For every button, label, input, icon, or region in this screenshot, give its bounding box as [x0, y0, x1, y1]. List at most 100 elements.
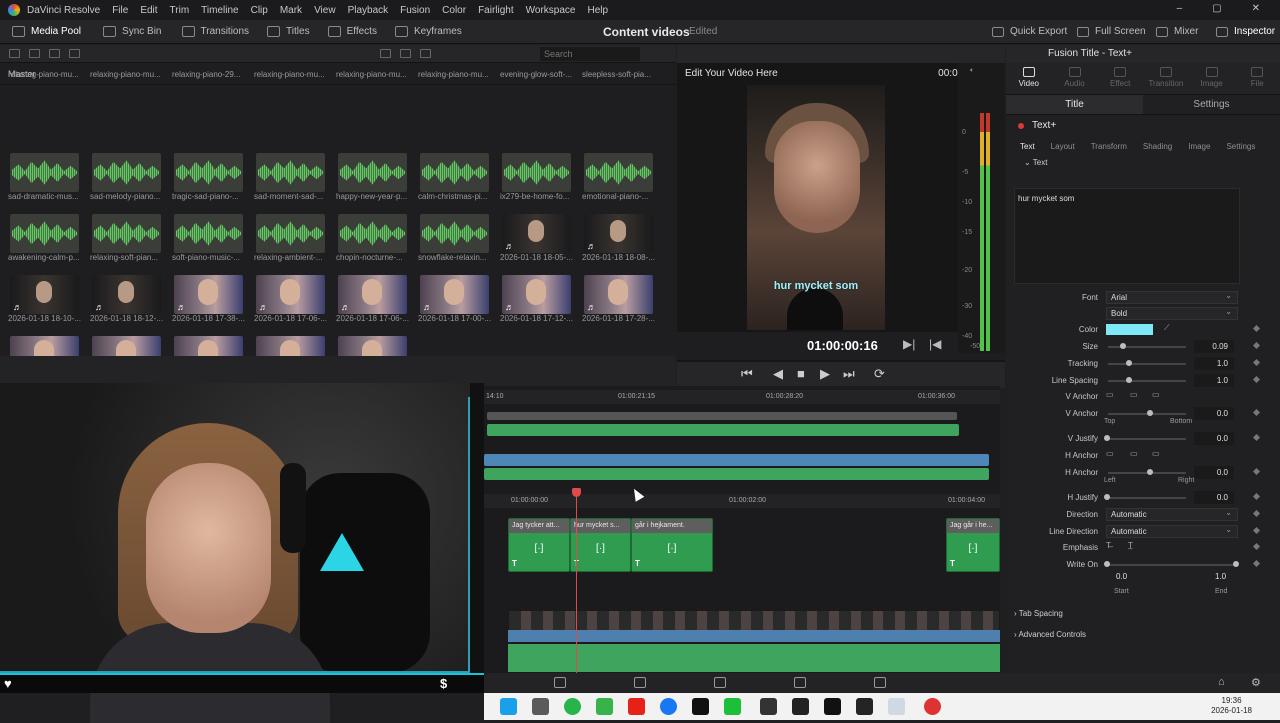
quick-export-button[interactable]: Quick Export — [992, 26, 1067, 37]
media-clip[interactable]: sad-dramatic-mus... — [8, 153, 82, 201]
media-clip[interactable]: sad-moment-sad-... — [254, 153, 328, 201]
media-clip[interactable]: ♬ 2026-01-18 17-06-... — [336, 275, 410, 323]
menu-timeline[interactable]: Timeline — [201, 5, 238, 16]
align-left-icon[interactable]: ▭ — [1106, 449, 1114, 458]
app-icon[interactable] — [532, 698, 549, 715]
media-clip[interactable]: sleepless-soft-pia... — [582, 70, 656, 79]
media-clip[interactable]: ♬ 2026-01-18 18-10-... — [8, 275, 82, 323]
keyframe-icon[interactable] — [1252, 341, 1261, 350]
write-on-start-knob[interactable] — [1104, 561, 1110, 567]
fairlight-page-icon[interactable] — [794, 677, 806, 688]
write-on-start-value[interactable]: 0.0 — [1116, 572, 1127, 581]
media-clip[interactable]: chopin-nocturne-... — [336, 214, 410, 262]
app-icon[interactable] — [596, 698, 613, 715]
stop-icon[interactable]: ■ — [797, 366, 805, 381]
deliver-page-icon[interactable] — [874, 677, 886, 688]
subtab-image[interactable]: Image — [1188, 142, 1210, 151]
media-clip[interactable]: ♬ 2026-01-18 17-00-... — [418, 275, 492, 323]
underline-icon[interactable]: T̲ — [1128, 541, 1133, 550]
keyframe-icon[interactable] — [1252, 559, 1261, 568]
menu-file[interactable]: File — [112, 5, 128, 16]
write-on-slider[interactable] — [1108, 564, 1236, 566]
tab-effect[interactable]: Effect — [1097, 63, 1143, 94]
thumbnail-view-icon[interactable] — [400, 49, 411, 58]
keyframe-icon[interactable] — [1252, 509, 1261, 518]
section-tab-spacing[interactable]: › Tab Spacing — [1014, 609, 1063, 618]
transitions-button[interactable]: Transitions — [181, 26, 249, 37]
audio-track-clip[interactable] — [508, 630, 1000, 642]
prev-frame-icon[interactable]: |◀ — [929, 337, 941, 351]
grid-view-icon[interactable] — [380, 49, 391, 58]
line-spacing-value[interactable]: 1.0 — [1194, 374, 1234, 387]
font-select[interactable]: Arial — [1106, 290, 1238, 304]
mute-icon[interactable]: 🔈︎ — [970, 67, 974, 75]
write-on-end-value[interactable]: 1.0 — [1215, 572, 1226, 581]
line-direction-select[interactable]: Automatic — [1106, 524, 1238, 538]
subtab-text-settings[interactable]: Settings — [1226, 142, 1255, 151]
media-clip[interactable]: relaxing-piano-mu... — [418, 70, 492, 79]
app-icon[interactable] — [824, 698, 841, 715]
h-justify-slider[interactable] — [1108, 497, 1186, 499]
titles-button[interactable]: Titles — [267, 26, 310, 37]
sidebar-toggle-icon[interactable] — [9, 49, 20, 58]
align-right-icon[interactable]: ▭ — [1152, 449, 1160, 458]
text-input[interactable]: hur mycket som — [1014, 188, 1240, 284]
maximize-icon[interactable]: ▢ — [1212, 3, 1221, 14]
menu-view[interactable]: View — [314, 5, 336, 16]
sync-bin-button[interactable]: Sync Bin — [103, 26, 162, 37]
app-icon[interactable] — [888, 698, 905, 715]
spotify-icon[interactable] — [564, 698, 581, 715]
v-justify-knob[interactable] — [1104, 435, 1110, 441]
size-knob[interactable] — [1120, 343, 1126, 349]
cut-page-icon[interactable] — [554, 677, 566, 688]
media-clip[interactable]: tragic-sad-piano-... — [172, 153, 246, 201]
effects-button[interactable]: Effects — [327, 26, 377, 37]
music-track-clip[interactable] — [508, 644, 1000, 672]
keyframe-icon[interactable] — [1252, 526, 1261, 535]
subtab-transform[interactable]: Transform — [1091, 142, 1127, 151]
direction-select[interactable]: Automatic — [1106, 507, 1238, 521]
home-icon[interactable]: ⌂ — [1218, 676, 1225, 688]
loop-icon[interactable]: ⟳ — [874, 366, 885, 382]
subtab-layout[interactable]: Layout — [1051, 142, 1075, 151]
title-clip[interactable]: Jag går i he... [·] T — [946, 518, 1000, 572]
tab-file[interactable]: File — [1234, 63, 1280, 94]
media-clip[interactable]: ♬ 2026-01-18 17-12-... — [500, 275, 574, 323]
media-clip[interactable]: ♬ 2026-01-18 17-28-... — [582, 275, 656, 323]
full-screen-button[interactable]: Full Screen — [1077, 26, 1146, 37]
h-anchor-knob[interactable] — [1147, 469, 1153, 475]
menu-fairlight[interactable]: Fairlight — [478, 5, 514, 16]
mini-audio-track[interactable] — [484, 454, 989, 466]
keyframe-icon[interactable] — [1252, 375, 1261, 384]
menu-fusion[interactable]: Fusion — [400, 5, 430, 16]
keyframe-icon[interactable] — [1252, 467, 1261, 476]
media-clip[interactable]: relaxing-piano-mu... — [254, 70, 328, 79]
edit-page-icon[interactable] — [634, 677, 646, 688]
tiktok-icon[interactable] — [692, 698, 709, 715]
subtab-text[interactable]: Text — [1020, 142, 1035, 151]
eyedropper-icon[interactable]: ⟋ — [1164, 323, 1170, 333]
align-center-icon[interactable]: ▭ — [1130, 449, 1138, 458]
close-icon[interactable]: ✕ — [1252, 3, 1260, 14]
keyframe-icon[interactable] — [1252, 358, 1261, 367]
menu-playback[interactable]: Playback — [348, 5, 389, 16]
keyframe-icon[interactable] — [1252, 324, 1261, 333]
tracking-value[interactable]: 1.0 — [1194, 357, 1234, 370]
playhead-timecode[interactable]: 01:00:00:16 — [807, 338, 878, 353]
keyframes-button[interactable]: Keyframes — [394, 26, 462, 37]
tab-transition[interactable]: Transition — [1143, 63, 1189, 94]
menu-workspace[interactable]: Workspace — [526, 5, 576, 16]
media-clip[interactable]: evening-glow-soft-... — [500, 70, 574, 79]
media-clip[interactable]: relaxing-piano-mu... — [336, 70, 410, 79]
media-clip[interactable]: awakening-calm-p... — [8, 214, 82, 262]
next-frame-icon[interactable]: ▶| — [903, 337, 915, 351]
media-clip[interactable]: ix279-be-home-fo... — [500, 153, 574, 201]
video-frame[interactable]: hur mycket som — [747, 85, 885, 330]
mini-music-track[interactable] — [484, 468, 989, 480]
title-clip[interactable]: hur mycket s...[·]T — [570, 518, 631, 572]
media-clip[interactable]: relaxing-ambient-... — [254, 214, 328, 262]
media-clip[interactable]: snowflake-relaxin... — [418, 214, 492, 262]
fusion-page-icon[interactable] — [714, 677, 726, 688]
align-bottom-icon[interactable]: ▭ — [1152, 390, 1160, 399]
settings-icon[interactable]: ⚙ — [1251, 676, 1261, 689]
